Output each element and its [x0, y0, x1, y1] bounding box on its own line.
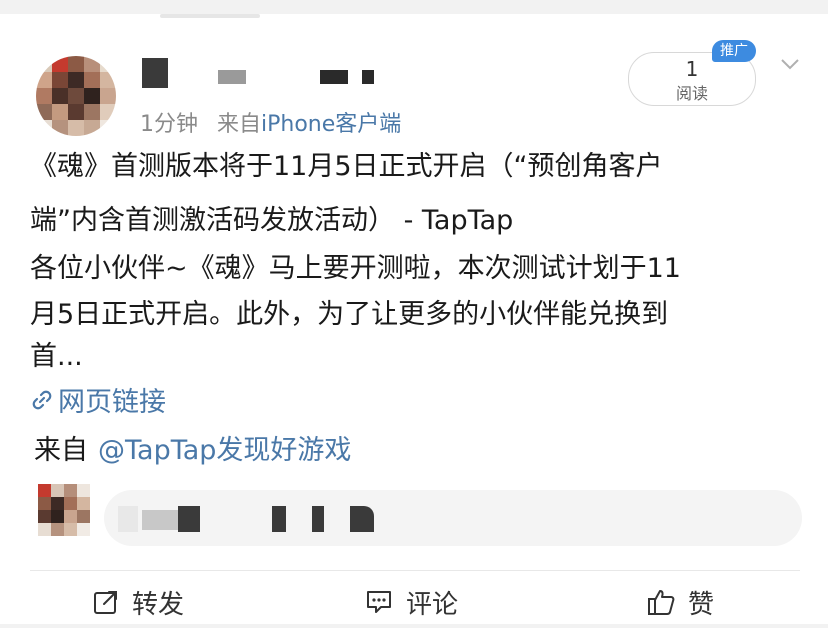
- divider: [30, 570, 800, 571]
- post-text-line-5: 首...: [30, 341, 83, 372]
- from-account-link[interactable]: @TapTap发现好游戏: [98, 435, 351, 466]
- source-prefix: 来自: [217, 112, 262, 137]
- link-icon: [32, 390, 52, 409]
- comment-icon: [367, 591, 391, 613]
- read-label: 阅读: [675, 84, 708, 103]
- comment-redacted-5: [312, 506, 324, 532]
- repost-icon: [94, 591, 117, 614]
- username-redacted-4: [362, 70, 374, 84]
- username-redacted[interactable]: [142, 58, 168, 88]
- web-link-label: 网页链接: [58, 387, 166, 418]
- from-prefix: 来自: [34, 435, 88, 466]
- comment-button[interactable]: 评论: [364, 584, 458, 620]
- source-client[interactable]: iPhone客户端: [261, 112, 401, 137]
- chevron-down-icon[interactable]: [780, 54, 800, 74]
- username-redacted-3: [320, 70, 348, 84]
- comment-preview-bar[interactable]: [104, 490, 802, 546]
- promo-badge: 推广: [712, 40, 756, 62]
- thumbs-up-icon: [648, 590, 675, 615]
- comment-label: 评论: [406, 589, 459, 620]
- username-redacted-2: [218, 70, 246, 84]
- comment-redacted-6: [350, 506, 374, 532]
- comment-redacted-4: [272, 506, 286, 532]
- avatar[interactable]: [36, 56, 116, 136]
- comment-redacted-3: [178, 506, 200, 532]
- pull-indicator: [160, 14, 260, 18]
- post-meta: 1分钟 来自iPhone客户端: [140, 106, 401, 138]
- comment-redacted-1: [118, 506, 138, 532]
- post-text-line-4: 月5日正式开启。此外，为了让更多的小伙伴能兑换到: [30, 299, 669, 330]
- post-text-line-3: 各位小伙伴~《魂》马上要开测啦，本次测试计划于11: [30, 253, 681, 284]
- repost-label: 转发: [132, 589, 185, 620]
- repost-button[interactable]: 转发: [92, 584, 184, 620]
- like-label: 赞: [688, 589, 715, 620]
- like-button[interactable]: 赞: [646, 584, 714, 620]
- post-time: 1分钟: [140, 112, 198, 137]
- post-from: 来自 @TapTap发现好游戏: [34, 428, 351, 467]
- weibo-post-card: 1分钟 来自iPhone客户端 1 阅读 推广 《魂》首测版本将于11月5日正式…: [0, 14, 828, 624]
- web-link[interactable]: 网页链接: [30, 380, 166, 419]
- post-text-line-2: 端”内含首测激活码发放活动） - TapTap: [30, 205, 514, 236]
- comment-avatar[interactable]: [38, 484, 90, 536]
- post-text-line-1: 《魂》首测版本将于11月5日正式开启（“预创角客户: [30, 151, 663, 182]
